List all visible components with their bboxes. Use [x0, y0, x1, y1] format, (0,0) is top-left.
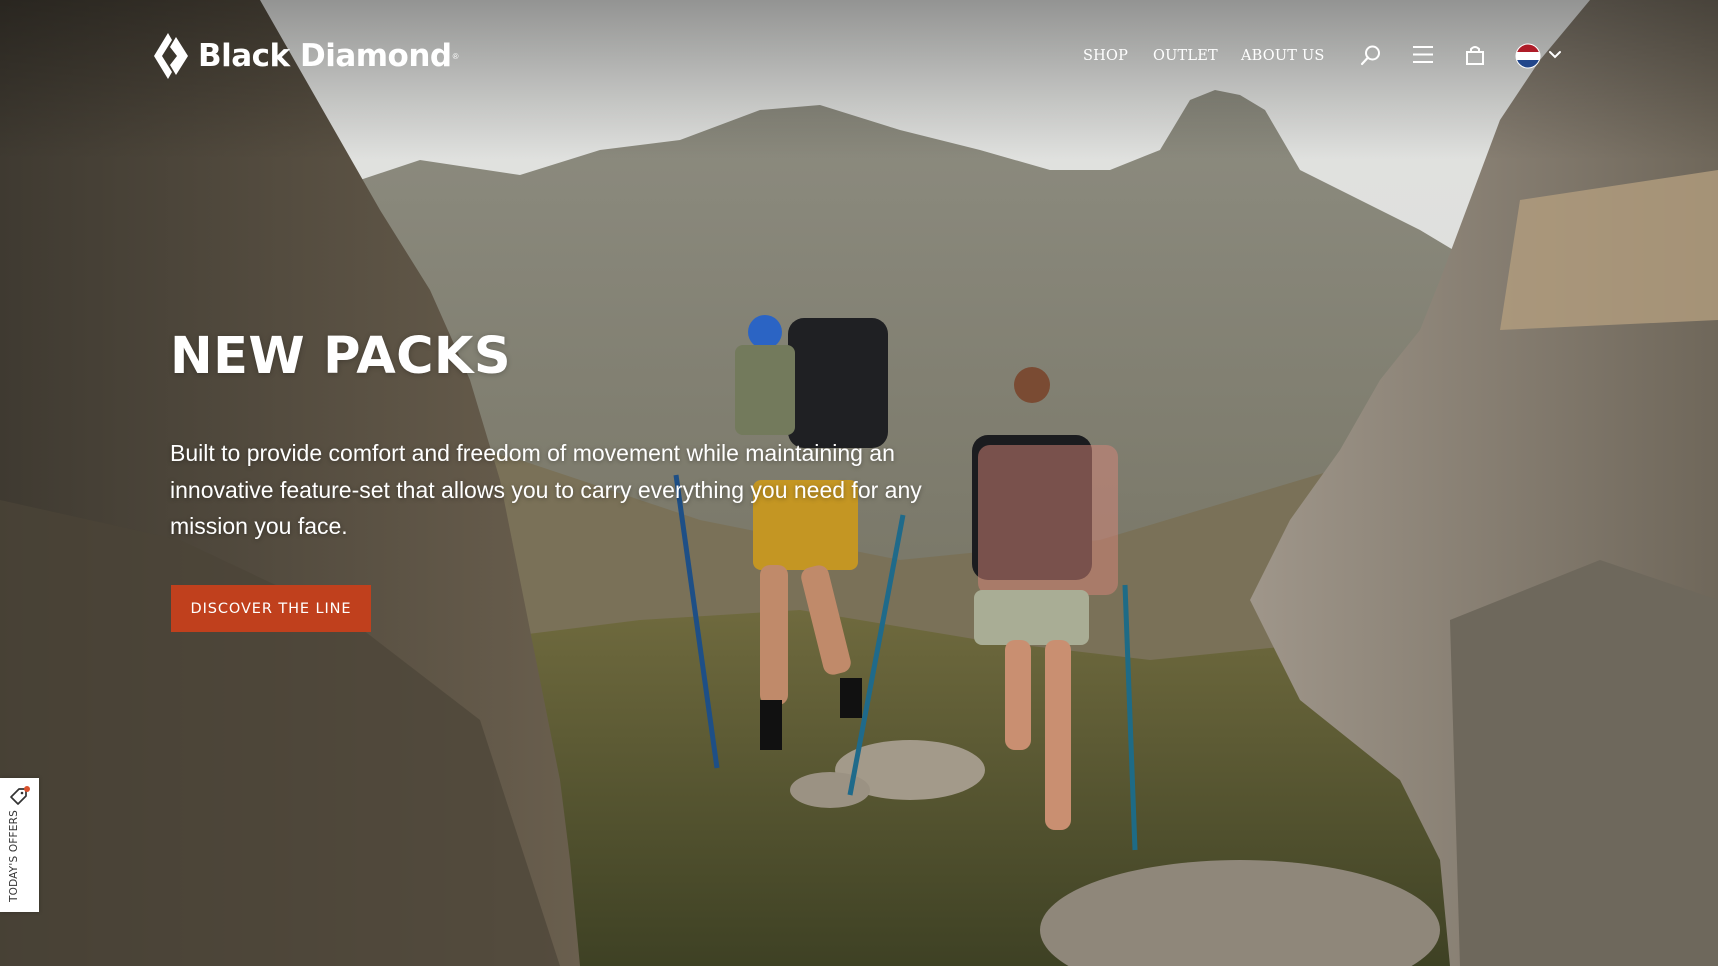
brand-name: Black Diamond — [198, 37, 452, 74]
hamburger-menu-icon[interactable] — [1412, 45, 1434, 64]
nav-shop[interactable]: SHOP — [1083, 48, 1128, 64]
nav-about-us[interactable]: ABOUT US — [1241, 48, 1325, 64]
hero-title: NEW PACKS — [170, 327, 511, 386]
chevron-down-icon[interactable] — [1548, 50, 1562, 60]
tag-icon — [10, 786, 30, 805]
brand-logo[interactable]: Black Diamond ® — [152, 30, 459, 82]
trademark-symbol: ® — [452, 51, 459, 61]
todays-offers-tab[interactable]: TODAY'S OFFERS — [0, 778, 39, 912]
shopping-bag-icon[interactable] — [1464, 44, 1486, 66]
hero-description: Built to provide comfort and freedom of … — [170, 440, 922, 539]
search-icon[interactable] — [1360, 44, 1382, 66]
diamond-logo-icon — [154, 33, 188, 79]
netherlands-flag-icon[interactable] — [1515, 43, 1541, 69]
discover-the-line-button[interactable]: DISCOVER THE LINE — [171, 585, 371, 632]
todays-offers-label: TODAY'S OFFERS — [8, 810, 20, 902]
site-header: Black Diamond ® SHOP OUTLET ABOUT US — [0, 0, 1718, 115]
nav-outlet[interactable]: OUTLET — [1153, 48, 1218, 64]
